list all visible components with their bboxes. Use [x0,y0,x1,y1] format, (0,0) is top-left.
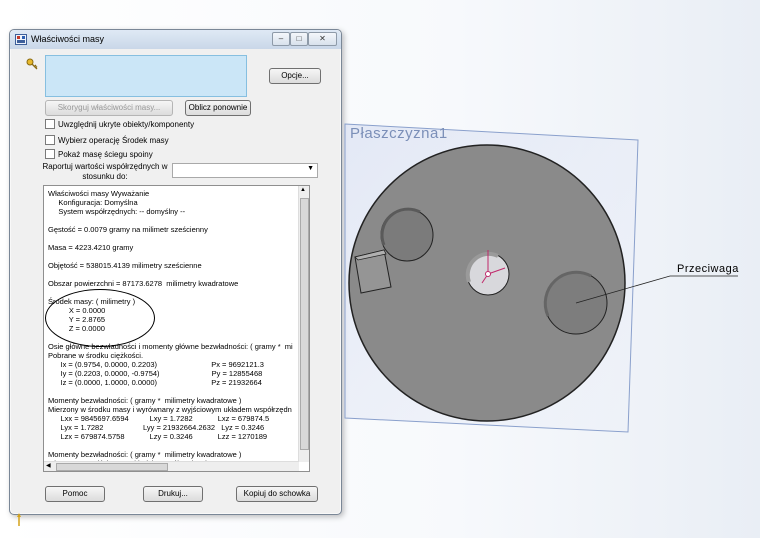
plane-label[interactable]: Płaszczyzna1 [350,125,448,142]
counterweight-callout[interactable]: Przeciwaga [677,263,739,275]
graphics-viewport[interactable] [0,0,760,538]
